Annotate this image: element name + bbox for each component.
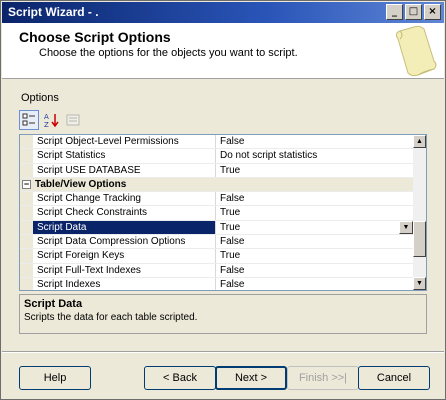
property-row[interactable]: Script Statistics Do not script statistic… bbox=[20, 149, 414, 164]
property-row[interactable]: Script Change Tracking False bbox=[20, 192, 414, 207]
property-value-text: False bbox=[220, 236, 245, 248]
scroll-down-button[interactable]: ▼ bbox=[413, 277, 426, 290]
page-title: Choose Script Options bbox=[19, 29, 171, 45]
property-row[interactable]: Script Data Compression Options False bbox=[20, 235, 414, 250]
minimize-button[interactable]: _ bbox=[386, 4, 403, 20]
property-value[interactable]: True bbox=[216, 249, 414, 262]
row-gutter bbox=[20, 220, 33, 235]
property-grid-toolbar: A Z bbox=[19, 110, 91, 132]
property-row[interactable]: Script Check Constraints True bbox=[20, 206, 414, 221]
property-name: Script Check Constraints bbox=[33, 206, 216, 220]
property-value-text: False bbox=[220, 278, 245, 290]
button-divider bbox=[2, 351, 444, 353]
options-label: Options bbox=[21, 92, 59, 104]
property-row[interactable]: Script Indexes False bbox=[20, 277, 414, 290]
property-grid-rows: Script Object-Level Permissions False Scri… bbox=[20, 135, 414, 290]
script-wizard-window: Script Wizard - . _ □ × Choose Script Op… bbox=[0, 0, 446, 400]
scroll-paper-icon bbox=[395, 25, 437, 77]
description-panel: Script Data Scripts the data for each ta… bbox=[19, 294, 427, 334]
row-gutter bbox=[20, 249, 33, 263]
row-gutter bbox=[20, 149, 33, 163]
categorized-icon[interactable] bbox=[19, 110, 39, 130]
property-name: Script Object-Level Permissions bbox=[33, 135, 216, 149]
property-value-text: False bbox=[220, 264, 245, 276]
property-value[interactable]: Do not script statistics bbox=[216, 149, 414, 162]
alphabetical-icon[interactable]: A Z bbox=[41, 110, 61, 130]
row-gutter: − bbox=[20, 177, 33, 192]
finish-button[interactable]: Finish >>| bbox=[287, 366, 359, 390]
wizard-header: Choose Script Options Choose the options… bbox=[2, 23, 444, 79]
back-button[interactable]: < Back bbox=[144, 366, 216, 390]
property-value[interactable]: True ▼ bbox=[216, 220, 414, 234]
property-value[interactable]: False bbox=[216, 264, 414, 277]
row-gutter bbox=[20, 163, 33, 177]
property-value-text: True bbox=[220, 164, 241, 176]
next-button[interactable]: Next > bbox=[215, 366, 287, 390]
property-value-text: Do not script statistics bbox=[220, 150, 318, 162]
category-row[interactable]: − Table/View Options bbox=[20, 177, 414, 193]
property-value[interactable]: True bbox=[216, 206, 414, 219]
page-subtitle: Choose the options for the objects you w… bbox=[39, 47, 298, 59]
description-text: Scripts the data for each table scripted… bbox=[24, 312, 198, 323]
property-value-text: False bbox=[220, 136, 245, 147]
property-name: Script Foreign Keys bbox=[33, 249, 216, 263]
property-row[interactable]: Script Full-Text Indexes False bbox=[20, 263, 414, 278]
property-name: Script Change Tracking bbox=[33, 192, 216, 206]
help-button[interactable]: Help bbox=[19, 366, 91, 390]
property-value-text: True bbox=[220, 221, 241, 233]
row-gutter bbox=[20, 263, 33, 277]
row-gutter bbox=[20, 235, 33, 249]
property-name: Script USE DATABASE bbox=[33, 163, 216, 177]
property-value-text: True bbox=[220, 250, 241, 262]
property-pages-icon[interactable] bbox=[63, 110, 83, 130]
svg-text:A: A bbox=[44, 113, 49, 121]
property-grid[interactable]: Script Object-Level Permissions False Scri… bbox=[19, 134, 427, 291]
property-row[interactable]: Script Object-Level Permissions False bbox=[20, 135, 414, 150]
property-name: Script Statistics bbox=[33, 149, 216, 163]
title-bar[interactable]: Script Wizard - . _ □ × bbox=[2, 2, 444, 23]
property-row[interactable]: Script USE DATABASE True bbox=[20, 163, 414, 178]
row-gutter bbox=[20, 277, 33, 290]
row-gutter bbox=[20, 192, 33, 206]
property-value[interactable]: False bbox=[216, 192, 414, 205]
window-controls: _ □ × bbox=[386, 4, 441, 20]
property-name: Script Indexes bbox=[33, 277, 216, 290]
description-title: Script Data bbox=[24, 298, 83, 310]
property-value-text: False bbox=[220, 193, 245, 205]
row-gutter bbox=[20, 206, 33, 220]
category-label: Table/View Options bbox=[35, 178, 127, 190]
property-name: Script Data Compression Options bbox=[33, 235, 216, 249]
scroll-up-button[interactable]: ▲ bbox=[413, 135, 426, 148]
scroll-thumb[interactable] bbox=[413, 221, 426, 257]
window-title: Script Wizard - . bbox=[8, 5, 99, 19]
property-row[interactable]: Script Data True ▼ bbox=[20, 220, 414, 236]
property-name: Script Full-Text Indexes bbox=[33, 263, 216, 277]
svg-text:Z: Z bbox=[44, 121, 49, 128]
row-gutter bbox=[20, 135, 33, 149]
close-button[interactable]: × bbox=[424, 4, 441, 20]
property-value[interactable]: False bbox=[216, 135, 414, 148]
value-dropdown-button[interactable]: ▼ bbox=[399, 220, 413, 234]
vertical-scrollbar[interactable]: ▲ ▼ bbox=[413, 135, 426, 290]
property-value[interactable]: False bbox=[216, 235, 414, 248]
collapse-icon[interactable]: − bbox=[22, 179, 31, 189]
maximize-button[interactable]: □ bbox=[405, 4, 422, 20]
cancel-button[interactable]: Cancel bbox=[358, 366, 430, 390]
property-value[interactable]: True bbox=[216, 164, 414, 177]
property-row[interactable]: Script Foreign Keys True bbox=[20, 249, 414, 264]
property-value[interactable]: False bbox=[216, 278, 414, 290]
property-value-text: True bbox=[220, 207, 241, 219]
property-name: Script Data bbox=[33, 220, 216, 235]
